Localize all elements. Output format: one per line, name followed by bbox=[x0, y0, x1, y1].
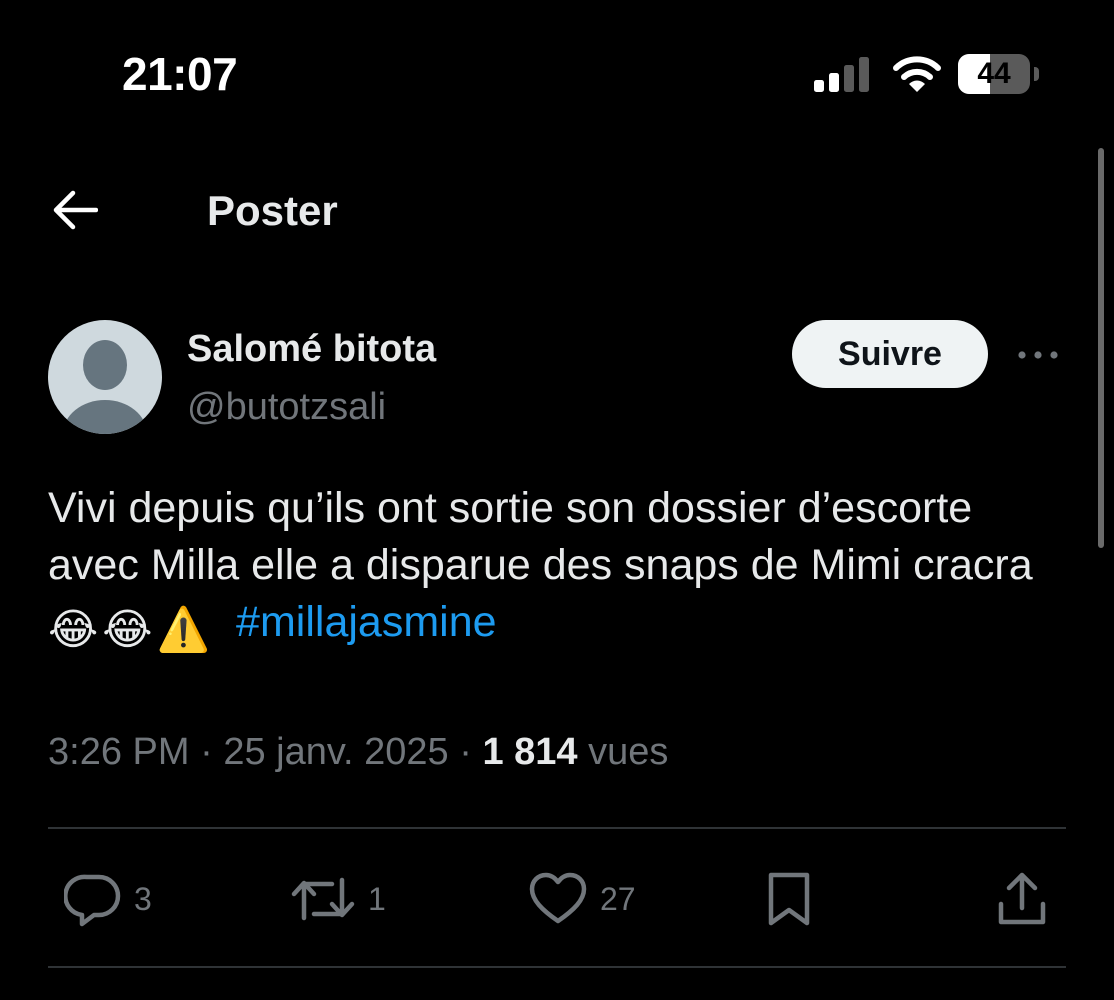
heart-icon bbox=[529, 872, 587, 924]
tears-of-joy-emoji-icon: 😂 bbox=[102, 606, 153, 654]
avatar[interactable] bbox=[48, 320, 162, 434]
cellular-signal-icon bbox=[814, 57, 869, 92]
reply-count: 3 bbox=[134, 881, 152, 917]
tweet-text: Vivi depuis qu’ils ont sortie son dossie… bbox=[48, 480, 1068, 659]
reply-icon bbox=[64, 874, 121, 927]
reply-button[interactable]: 3 bbox=[64, 868, 152, 930]
tweet-time[interactable]: 3:26 PM bbox=[48, 731, 190, 773]
scrollbar[interactable] bbox=[1098, 148, 1104, 548]
tweet-body: Vivi depuis qu’ils ont sortie son dossie… bbox=[48, 484, 1033, 589]
views-count[interactable]: 1 814 bbox=[482, 731, 577, 773]
follow-button[interactable]: Suivre bbox=[792, 320, 988, 388]
repost-button[interactable]: 1 bbox=[290, 868, 386, 930]
battery-level: 44 bbox=[977, 57, 1011, 90]
bookmark-icon bbox=[768, 872, 810, 926]
like-count: 27 bbox=[600, 881, 636, 917]
views-label[interactable]: vues bbox=[588, 731, 668, 773]
share-button[interactable] bbox=[996, 868, 1048, 930]
tweet-date[interactable]: 25 janv. 2025 bbox=[223, 731, 448, 773]
warning-emoji-icon: ⚠️ bbox=[156, 606, 211, 654]
divider bbox=[48, 827, 1066, 829]
battery-cap bbox=[1034, 67, 1039, 81]
bookmark-button[interactable] bbox=[764, 868, 814, 930]
status-time: 21:07 bbox=[122, 48, 238, 100]
author-display-name[interactable]: Salomé bitota bbox=[187, 326, 436, 372]
meta-separator: · bbox=[200, 731, 213, 773]
default-avatar-icon bbox=[63, 340, 147, 434]
arrow-left-icon[interactable] bbox=[52, 190, 98, 230]
page-title: Poster bbox=[207, 187, 338, 234]
tweet-meta: 3:26 PM · 25 janv. 2025 · 1 814 vues bbox=[48, 728, 668, 776]
battery-indicator: 44 bbox=[958, 54, 1042, 96]
repost-count: 1 bbox=[368, 881, 386, 917]
battery-body: 44 bbox=[958, 54, 1030, 94]
wifi-icon bbox=[893, 56, 941, 92]
author-handle[interactable]: @butotzsali bbox=[187, 384, 386, 430]
tears-of-joy-emoji-icon: 😂 bbox=[48, 606, 99, 654]
like-button[interactable]: 27 bbox=[528, 868, 636, 930]
repost-icon bbox=[291, 877, 355, 921]
more-horizontal-icon[interactable] bbox=[1016, 340, 1060, 370]
meta-separator: · bbox=[459, 731, 472, 773]
share-icon bbox=[998, 872, 1046, 925]
divider bbox=[48, 966, 1066, 968]
hashtag-link[interactable]: #millajasmine bbox=[236, 598, 496, 646]
